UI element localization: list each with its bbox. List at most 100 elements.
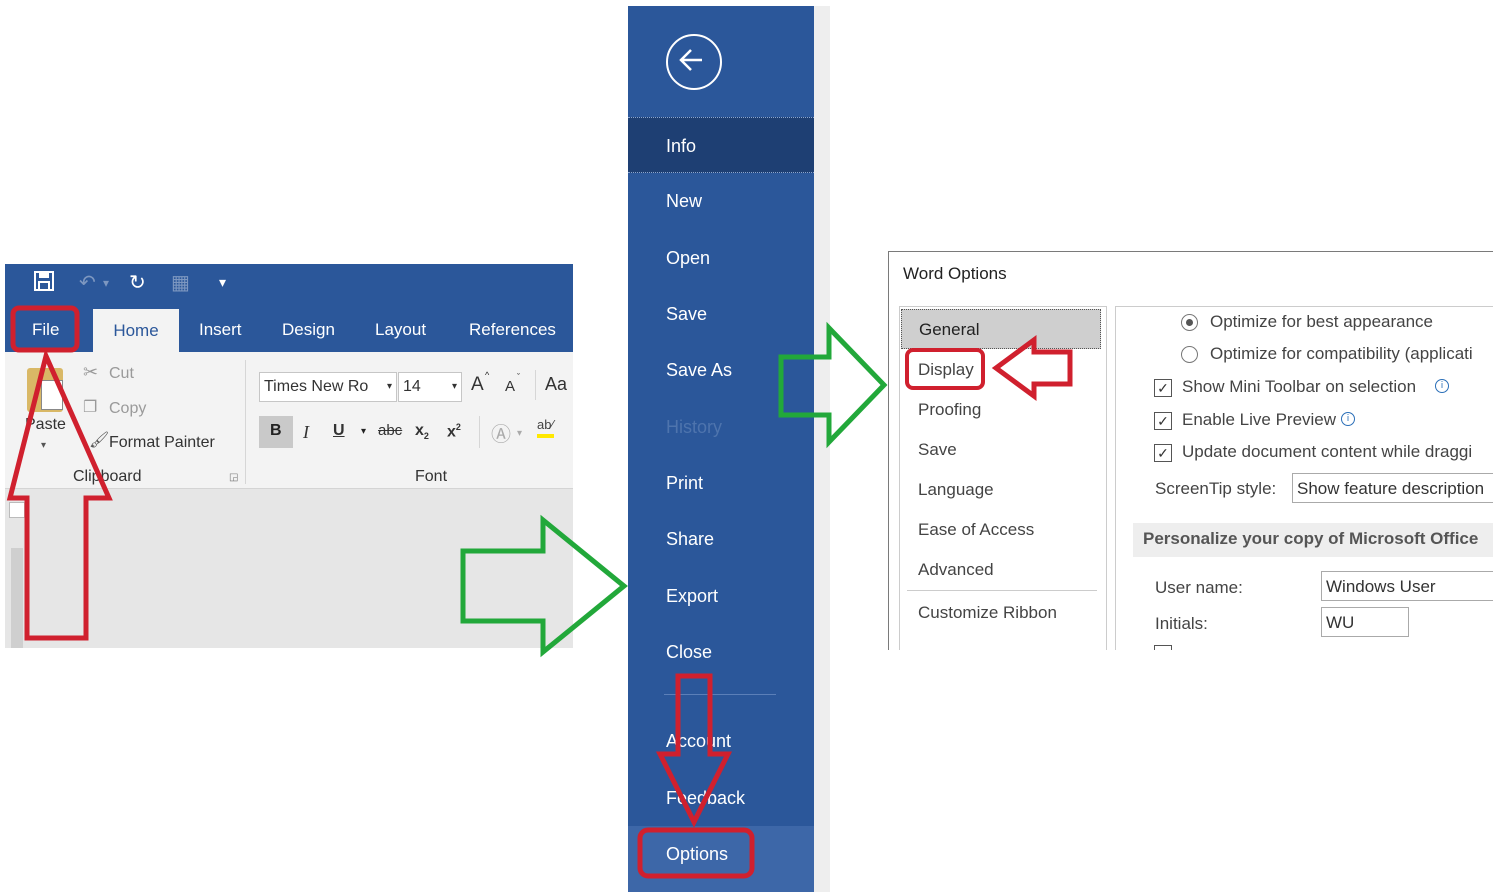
mini-toolbar-label: Show Mini Toolbar on selection (1182, 377, 1417, 396)
tab-home[interactable]: Home (93, 309, 179, 352)
nav-language[interactable]: Language (901, 470, 1101, 510)
group-separator (245, 360, 246, 484)
shrink-caret-icon: ˇ (517, 372, 520, 382)
subscript-label: x (415, 422, 424, 439)
font-group-label: Font (415, 468, 448, 485)
nav-ease-of-access[interactable]: Ease of Access (901, 510, 1101, 550)
backstage-save-as[interactable]: Save As (628, 342, 814, 398)
back-arrow-icon (679, 49, 702, 71)
info-icon[interactable]: i (1341, 412, 1355, 426)
backstage-content-edge (814, 6, 830, 892)
nav-customize-ribbon[interactable]: Customize Ribbon (901, 593, 1101, 633)
undo-dropdown-icon[interactable]: ▾ (103, 276, 109, 290)
format-painter-button[interactable]: Format Painter (109, 434, 215, 452)
tab-references[interactable]: References (469, 320, 556, 340)
backstage-share[interactable]: Share (628, 511, 814, 567)
backstage-save[interactable]: Save (628, 286, 814, 342)
font-name-combo[interactable]: Times New Ro ▾ (259, 372, 397, 402)
text-effects-icon[interactable]: Ⓐ (491, 418, 511, 447)
personalize-header-text: Personalize your copy of Microsoft Offic… (1143, 529, 1479, 548)
font-size-combo[interactable]: 14 ▾ (398, 372, 462, 402)
strikethrough-button[interactable]: abc (378, 422, 402, 439)
checkbox-live-preview[interactable]: ✓ (1154, 412, 1172, 430)
chevron-down-icon: ▾ (386, 381, 392, 392)
clipboard-launcher-icon[interactable]: ◲ (229, 472, 238, 483)
tab-insert[interactable]: Insert (199, 320, 242, 340)
copy-button[interactable]: Copy (109, 400, 146, 418)
backstage-open[interactable]: Open (628, 230, 814, 286)
backstage-print[interactable]: Print (628, 455, 814, 511)
paste-dropdown-icon[interactable]: ▾ (41, 440, 46, 451)
update-content-label: Update document content while draggi (1182, 442, 1473, 461)
bold-button-bg[interactable]: B (259, 416, 293, 448)
cut-button[interactable]: Cut (109, 365, 134, 383)
font-separator (479, 416, 480, 448)
superscript-button[interactable]: x2 (447, 422, 461, 441)
nav-save[interactable]: Save (901, 430, 1101, 470)
live-preview-label: Enable Live Preview (1182, 410, 1337, 429)
undo-icon[interactable]: ↶ (79, 270, 96, 295)
nav-divider (907, 590, 1097, 591)
word-ribbon: ↶ ▾ ↻ ▦ ▾ File Home Insert Design Layout… (5, 264, 573, 648)
screentip-select[interactable]: Show feature description (1292, 473, 1493, 503)
customize-qat-icon[interactable]: ▾ (219, 274, 226, 291)
superscript-label: x (447, 423, 456, 441)
radio-compatibility[interactable] (1181, 346, 1198, 363)
font-name-value: Times New Ro (264, 378, 369, 395)
redo-icon[interactable]: ↻ (129, 270, 146, 295)
backstage-history: History (666, 417, 723, 437)
checkbox-partial[interactable] (1154, 645, 1172, 650)
shrink-font-button[interactable]: A (505, 378, 515, 395)
touch-mode-icon[interactable]: ▦ (171, 270, 190, 295)
underline-dropdown-icon[interactable]: ▾ (361, 426, 366, 437)
subscript-button[interactable]: x2 (415, 422, 429, 441)
format-painter-icon: 🖌 (89, 432, 110, 449)
backstage-feedback[interactable]: Feedback (628, 770, 814, 826)
backstage-info[interactable]: Info (628, 117, 814, 173)
info-icon[interactable]: i (1435, 379, 1449, 393)
backstage-divider (664, 694, 776, 695)
file-backstage: Info New Open Save Save As History Print… (628, 6, 814, 892)
backstage-options[interactable]: Options (628, 826, 814, 892)
username-input[interactable]: Windows User (1321, 571, 1493, 601)
checkbox-update-content[interactable]: ✓ (1154, 444, 1172, 462)
backstage-close[interactable]: Close (628, 624, 814, 680)
bold-button: B (270, 422, 282, 439)
tab-layout[interactable]: Layout (375, 320, 426, 340)
initials-label: Initials: (1155, 614, 1208, 633)
paste-button[interactable]: Paste (25, 416, 66, 434)
nav-advanced[interactable]: Advanced (901, 550, 1101, 590)
backstage-account[interactable]: Account (628, 713, 814, 769)
save-icon[interactable] (33, 270, 55, 298)
screentip-label: ScreenTip style: (1155, 479, 1277, 498)
dialog-title: Word Options (903, 264, 1007, 283)
checkbox-mini-toolbar[interactable]: ✓ (1154, 379, 1172, 397)
nav-display[interactable]: Display (901, 350, 1101, 390)
vertical-ruler (11, 548, 23, 648)
nav-general[interactable]: General (901, 309, 1101, 349)
chevron-down-icon: ▾ (451, 381, 457, 392)
copy-icon: ❐ (83, 399, 98, 416)
document-area (5, 489, 573, 648)
radio-compatibility-label: Optimize for compatibility (applicati (1210, 344, 1473, 363)
clipboard-group-label: Clipboard (73, 468, 142, 485)
change-case-button[interactable]: Aa (545, 374, 567, 395)
nav-proofing[interactable]: Proofing (901, 390, 1101, 430)
italic-button[interactable]: I (303, 422, 309, 443)
highlight-icon[interactable]: ab⁄ (537, 416, 554, 438)
tab-file[interactable]: File (32, 320, 59, 340)
backstage-new[interactable]: New (628, 173, 814, 229)
backstage-export[interactable]: Export (628, 568, 814, 624)
radio-best-appearance[interactable] (1181, 314, 1198, 331)
underline-button[interactable]: U (333, 422, 345, 440)
font-size-value: 14 (403, 378, 421, 395)
grow-font-button[interactable]: A (471, 374, 484, 396)
text-effects-dropdown-icon[interactable]: ▾ (517, 428, 522, 439)
initials-input[interactable]: WU (1321, 607, 1409, 637)
username-label: User name: (1155, 578, 1243, 597)
word-options-dialog: Word Options General Display Proofing Sa… (888, 251, 1493, 650)
tab-design[interactable]: Design (282, 320, 335, 340)
tab-selector[interactable] (9, 502, 25, 518)
back-button[interactable] (666, 34, 722, 90)
paste-icon[interactable] (27, 368, 63, 412)
